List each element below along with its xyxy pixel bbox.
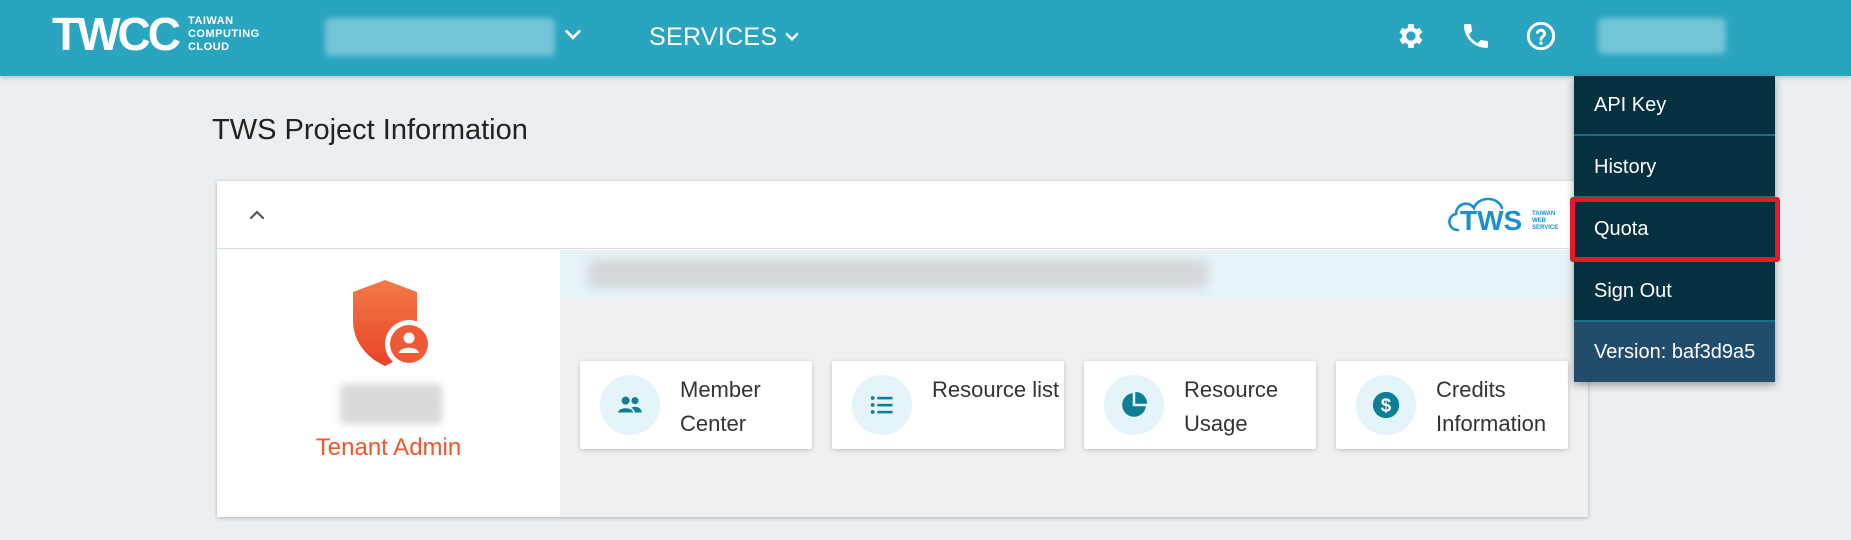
admin-shield-icon	[345, 276, 435, 372]
logo-text: TAIWAN COMPUTING CLOUD	[187, 14, 260, 53]
credits-information-tile[interactable]: $ Credits Information	[1336, 361, 1568, 449]
menu-item-api-key[interactable]: API Key	[1574, 76, 1775, 136]
menu-item-history[interactable]: History	[1574, 138, 1775, 198]
list-icon	[852, 375, 912, 435]
card-header: TWS TAIWAN WEB SERVICE	[217, 181, 1588, 249]
role-label: Tenant Admin	[315, 434, 462, 461]
svg-text:TAIWAN: TAIWAN	[1532, 211, 1555, 217]
resource-list-label: Resource list	[932, 377, 1060, 402]
dollar-coin-icon: $	[1356, 375, 1416, 435]
svg-text:$: $	[1381, 395, 1392, 416]
logo-mark: TWCC	[52, 8, 181, 60]
twcc-logo[interactable]: TWCC TAIWAN COMPUTING CLOUD	[52, 8, 260, 60]
tws-logo-text: TWS	[1460, 205, 1522, 236]
gear-icon[interactable]	[1393, 18, 1429, 54]
menu-item-sign-out[interactable]: Sign Out	[1574, 262, 1775, 322]
quota-highlight-box	[1570, 197, 1780, 262]
credits-information-label: Credits Information	[1436, 377, 1547, 436]
project-info-card: TWS TAIWAN WEB SERVICE Tenant Admin Memb…	[217, 181, 1588, 517]
page-title: TWS Project Information	[212, 114, 528, 146]
tws-logo: TWS TAIWAN WEB SERVICE	[1444, 190, 1564, 238]
services-menu[interactable]: SERVICES	[649, 20, 801, 54]
resource-list-tile[interactable]: Resource list	[832, 361, 1064, 449]
chevron-down-icon[interactable]	[562, 24, 584, 46]
member-center-label: Member Center	[680, 377, 761, 436]
people-icon	[600, 375, 660, 435]
pie-chart-icon	[1104, 375, 1164, 435]
project-details-blurred	[588, 260, 1208, 288]
version-label: Version: baf3d9a5	[1574, 322, 1775, 382]
phone-icon[interactable]	[1458, 18, 1494, 54]
profile-panel: Tenant Admin	[217, 250, 560, 517]
project-content-panel: Member Center Resource list Resource Usa…	[560, 250, 1588, 517]
resource-usage-tile[interactable]: Resource Usage	[1084, 361, 1316, 449]
svg-text:WEB: WEB	[1532, 218, 1547, 224]
services-label: SERVICES	[649, 22, 778, 51]
help-circle-icon[interactable]	[1523, 18, 1559, 54]
member-center-tile[interactable]: Member Center	[580, 361, 812, 449]
chevron-up-icon[interactable]	[245, 203, 269, 227]
project-selector-blurred[interactable]	[325, 18, 555, 56]
top-navigation-bar: TWCC TAIWAN COMPUTING CLOUD SERVICES	[0, 0, 1851, 76]
svg-text:SERVICE: SERVICE	[1532, 225, 1558, 231]
user-name-blurred	[340, 384, 442, 424]
chevron-down-icon	[785, 32, 799, 41]
project-info-strip	[560, 250, 1588, 298]
resource-usage-label: Resource Usage	[1184, 377, 1279, 436]
user-account-blurred[interactable]	[1598, 18, 1726, 54]
